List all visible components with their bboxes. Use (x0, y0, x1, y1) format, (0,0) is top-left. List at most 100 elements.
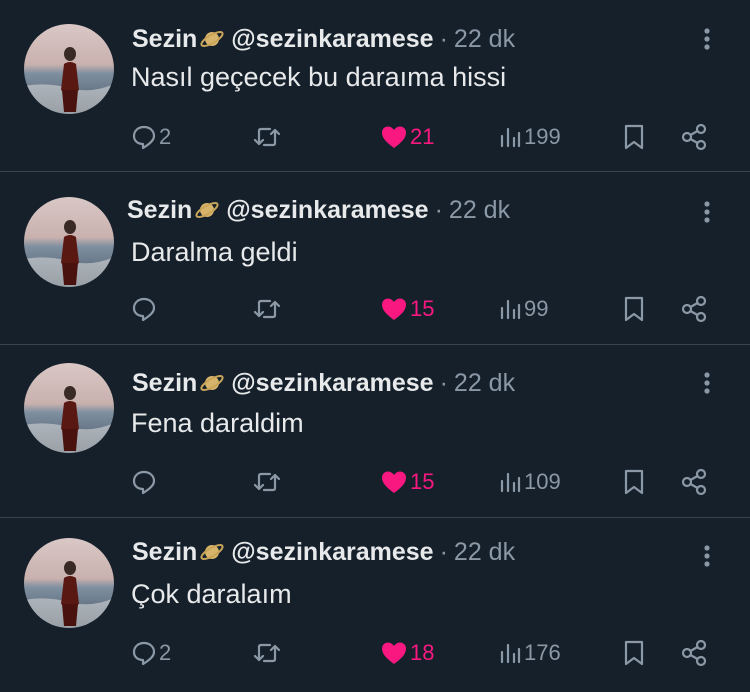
reply-count: 2 (159, 640, 172, 665)
tweet-header: Sezin @sezinkaramese · 22 dk (127, 195, 510, 225)
views-count: 199 (524, 124, 561, 149)
heart-filled-icon (382, 126, 406, 148)
author-handle[interactable]: @sezinkaramese (231, 369, 433, 398)
like-button[interactable]: 15 (380, 466, 434, 498)
tweet-header: Sezin @sezinkaramese · 22 dk (132, 368, 515, 398)
vertical-dots-icon[interactable] (696, 24, 718, 54)
bookmark-button[interactable] (622, 121, 646, 153)
bookmark-button[interactable] (622, 466, 646, 498)
share-nodes-icon (681, 295, 707, 323)
heart-filled-icon (382, 642, 406, 664)
like-count: 18 (410, 640, 435, 665)
bookmark-icon (624, 469, 644, 495)
vertical-dots-icon[interactable] (696, 541, 718, 571)
saturn-planet-icon (199, 370, 225, 396)
action-bar: 2 18 176 (0, 637, 750, 669)
share-button[interactable] (680, 637, 708, 669)
like-count: 15 (410, 296, 435, 321)
like-count: 15 (410, 469, 435, 494)
bookmark-button[interactable] (622, 293, 646, 325)
tweet-feed: Sezin @sezinkaramese · 22 dk Nasıl geçec… (0, 0, 750, 692)
heart-filled-icon (382, 298, 406, 320)
vertical-dots-icon[interactable] (696, 368, 718, 398)
tweet-text: Daralma geldi (131, 237, 298, 267)
retweet-button[interactable] (252, 466, 284, 498)
tweet-header: Sezin @sezinkaramese · 22 dk (132, 24, 515, 54)
reply-button[interactable] (131, 466, 159, 498)
saturn-planet-icon (199, 539, 225, 565)
reply-button[interactable]: 2 (131, 121, 171, 153)
avatar[interactable] (24, 538, 114, 628)
saturn-planet-icon (199, 26, 225, 52)
tweet[interactable]: Sezin @sezinkaramese · 22 dk Daralma gel… (0, 173, 750, 345)
reply-count: 2 (159, 124, 172, 149)
views-button[interactable]: 199 (498, 121, 561, 153)
views-count: 109 (524, 469, 561, 494)
separator-dot: · (439, 368, 448, 397)
views-count: 176 (524, 640, 561, 665)
share-nodes-icon (681, 123, 707, 151)
bar-chart-icon (500, 127, 521, 148)
timestamp[interactable]: 22 dk (454, 25, 515, 54)
views-count: 99 (524, 296, 549, 321)
bookmark-icon (624, 296, 644, 322)
views-button[interactable]: 99 (498, 293, 548, 325)
tweet-header: Sezin @sezinkaramese · 22 dk (132, 537, 515, 567)
like-button[interactable]: 15 (380, 293, 434, 325)
retweet-button[interactable] (252, 293, 284, 325)
author-name[interactable]: Sezin (132, 25, 197, 54)
heart-filled-icon (382, 471, 406, 493)
bookmark-button[interactable] (622, 637, 646, 669)
views-button[interactable]: 109 (498, 466, 561, 498)
timestamp[interactable]: 22 dk (454, 369, 515, 398)
share-nodes-icon (681, 639, 707, 667)
retweet-arrows-icon (253, 127, 281, 147)
share-button[interactable] (680, 466, 708, 498)
bookmark-icon (624, 124, 644, 150)
author-name[interactable]: Sezin (132, 538, 197, 567)
bar-chart-icon (500, 299, 521, 320)
saturn-planet-icon (194, 197, 220, 223)
bookmark-icon (624, 640, 644, 666)
reply-button[interactable] (131, 293, 159, 325)
action-bar: 2 21 199 (0, 121, 750, 153)
speech-bubble-icon (132, 125, 156, 150)
tweet[interactable]: Sezin @sezinkaramese · 22 dk Çok daralaı… (0, 519, 750, 691)
share-button[interactable] (680, 121, 708, 153)
author-handle[interactable]: @sezinkaramese (231, 538, 433, 567)
separator-dot: · (439, 24, 448, 53)
speech-bubble-icon (132, 641, 156, 666)
tweet[interactable]: Sezin @sezinkaramese · 22 dk Fena darald… (0, 346, 750, 518)
speech-bubble-icon (132, 470, 156, 495)
tweet[interactable]: Sezin @sezinkaramese · 22 dk Nasıl geçec… (0, 0, 750, 172)
avatar[interactable] (24, 363, 114, 453)
timestamp[interactable]: 22 dk (454, 538, 515, 567)
action-bar: 15 109 (0, 466, 750, 498)
separator-dot: · (439, 537, 448, 566)
share-button[interactable] (680, 293, 708, 325)
tweet-text: Nasıl geçecek bu daraıma hissi (131, 62, 507, 92)
avatar[interactable] (24, 24, 114, 114)
retweet-arrows-icon (253, 643, 281, 663)
author-handle[interactable]: @sezinkaramese (231, 25, 433, 54)
like-button[interactable]: 18 (380, 637, 434, 669)
like-count: 21 (410, 124, 435, 149)
author-handle[interactable]: @sezinkaramese (226, 196, 428, 225)
retweet-arrows-icon (253, 472, 281, 492)
author-name[interactable]: Sezin (132, 369, 197, 398)
avatar[interactable] (24, 197, 114, 287)
bar-chart-icon (500, 643, 521, 664)
timestamp[interactable]: 22 dk (449, 196, 510, 225)
reply-button[interactable]: 2 (131, 637, 171, 669)
like-button[interactable]: 21 (380, 121, 434, 153)
share-nodes-icon (681, 468, 707, 496)
author-name[interactable]: Sezin (127, 196, 192, 225)
views-button[interactable]: 176 (498, 637, 561, 669)
separator-dot: · (434, 195, 443, 224)
retweet-button[interactable] (252, 121, 284, 153)
tweet-text: Çok daralaım (131, 579, 292, 609)
retweet-button[interactable] (252, 637, 284, 669)
vertical-dots-icon[interactable] (696, 197, 718, 227)
tweet-text: Fena daraldim (131, 408, 304, 438)
retweet-arrows-icon (253, 299, 281, 319)
